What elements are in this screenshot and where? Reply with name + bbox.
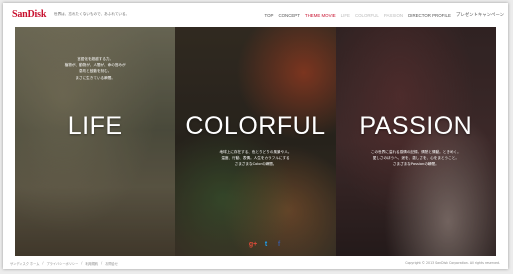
facebook-icon[interactable]: f: [275, 240, 283, 248]
nav-present-campaign[interactable]: プレゼントキャンペーン: [456, 12, 504, 18]
copyright-text: Copyright © 2013 SanDisk Corporation. Al…: [405, 261, 500, 265]
footer-link-home[interactable]: サンディスク ホーム: [10, 261, 39, 266]
panel-colorful[interactable]: COLORFUL 地球上に存在する、色とりどりの風景や人。 温度、行動、表情。人…: [175, 27, 336, 256]
footer-link-terms[interactable]: 利用規約: [85, 261, 98, 266]
panel-colorful-caption: 地球上に存在する、色とりどりの風景や人。 温度、行動、表情。人生をカラフルにする…: [219, 150, 292, 167]
panel-life-caption: 言語化を超越する力。 植物が、動物が、人間が、命の営みが 息吹と鼓動を刻む。 ま…: [64, 57, 126, 80]
panel-overlay: [175, 27, 336, 256]
footer-link-contact[interactable]: お問合せ: [105, 261, 118, 266]
main-nav: TOP CONCEPT THEME MOVIE LIFE COLORFUL PA…: [264, 12, 504, 18]
nav-top[interactable]: TOP: [264, 13, 273, 18]
browser-page: SanDisk 世界は、忘れたくないもので、あふれている。 TOP CONCEP…: [3, 3, 508, 269]
panel-passion-caption: この世界に溢れる感情の記録。情熱と情動。ときめく。 愛しさのほうへ、涙を、激しさ…: [370, 150, 461, 167]
panel-life-title: LIFE: [67, 112, 123, 140]
nav-life[interactable]: LIFE: [341, 13, 350, 18]
panel-passion-title: PASSION: [359, 112, 473, 140]
footer-links: サンディスク ホーム / プライバシーポリシー / 利用規約 / お問合せ: [10, 261, 118, 266]
site-header: SanDisk 世界は、忘れたくないもので、あふれている。 TOP CONCEP…: [3, 3, 508, 27]
site-footer: サンディスク ホーム / プライバシーポリシー / 利用規約 / お問合せ Co…: [3, 256, 508, 269]
social-share: g+ t f: [249, 240, 283, 248]
nav-passion[interactable]: PASSION: [384, 13, 403, 18]
panel-passion[interactable]: PASSION この世界に溢れる感情の記録。情熱と情動。ときめく。 愛しさのほう…: [335, 27, 496, 256]
nav-theme-movie[interactable]: THEME MOVIE: [305, 13, 336, 18]
panel-colorful-title: COLORFUL: [185, 112, 326, 140]
footer-separator: /: [81, 261, 83, 265]
nav-concept[interactable]: CONCEPT: [278, 13, 299, 18]
twitter-icon[interactable]: t: [262, 240, 270, 248]
site-tagline: 世界は、忘れたくないもので、あふれている。: [54, 12, 130, 16]
panel-overlay: [335, 27, 496, 256]
google-plus-icon[interactable]: g+: [249, 240, 257, 248]
nav-colorful[interactable]: COLORFUL: [355, 13, 379, 18]
footer-link-privacy[interactable]: プライバシーポリシー: [46, 261, 78, 266]
sandisk-logo[interactable]: SanDisk: [12, 9, 46, 20]
nav-director-profile[interactable]: DIRECTOR PROFILE: [408, 13, 451, 18]
panel-life[interactable]: 言語化を超越する力。 植物が、動物が、人間が、命の営みが 息吹と鼓動を刻む。 ま…: [15, 27, 176, 256]
footer-separator: /: [42, 261, 44, 265]
theme-panels: 言語化を超越する力。 植物が、動物が、人間が、命の営みが 息吹と鼓動を刻む。 ま…: [15, 27, 496, 256]
footer-separator: /: [101, 261, 103, 265]
